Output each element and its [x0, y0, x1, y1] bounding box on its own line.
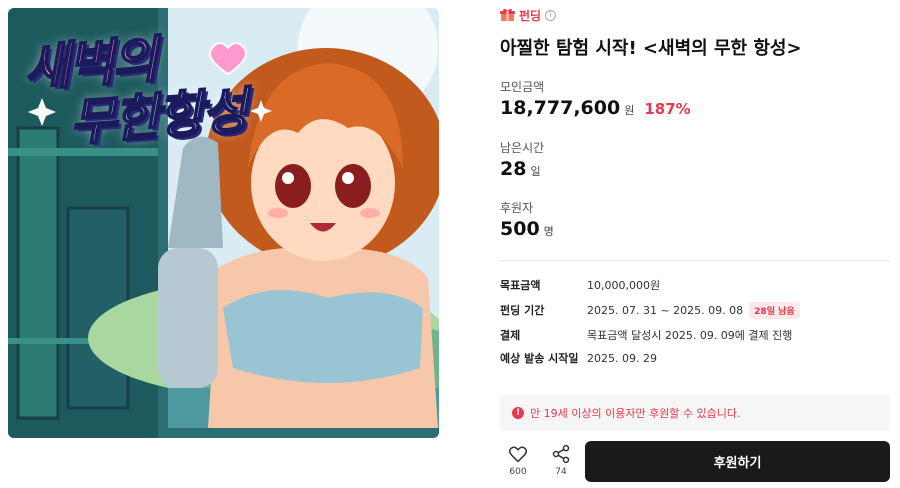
- amount-value: 18,777,600 원 187%: [500, 97, 691, 119]
- share-icon: [552, 444, 570, 464]
- share-count: 74: [555, 467, 567, 477]
- amount-unit: 원: [624, 104, 635, 117]
- age-restriction-text: 만 19세 이상의 이용자만 후원할 수 있습니다.: [530, 407, 741, 420]
- payment-value: 목표금액 달성시 2025. 09. 09에 결제 진행: [587, 329, 793, 342]
- time-number: 28: [500, 158, 527, 180]
- amount-number: 18,777,600: [500, 97, 621, 119]
- funding-badge-label: 펀딩: [519, 8, 542, 23]
- info-icon[interactable]: i: [545, 9, 557, 21]
- backers-number: 500: [500, 218, 540, 240]
- goal-value: 10,000,000원: [587, 279, 661, 292]
- heart-icon: [508, 446, 528, 463]
- cover-title-line2: 무한항성: [67, 81, 249, 153]
- backers-value: 500 명: [500, 218, 554, 240]
- amount-label: 모인금액: [500, 80, 545, 94]
- detail-row-period: 펀딩 기간 2025. 07. 31 ~ 2025. 09. 08 28일 남음: [500, 300, 890, 320]
- time-label: 남은시간: [500, 141, 545, 155]
- cover-title-art: 새벽의 무한항성: [21, 30, 274, 153]
- achievement-percent: 187%: [644, 100, 691, 118]
- days-left-badge: 28일 남음: [749, 301, 800, 319]
- warning-icon: !: [512, 407, 524, 419]
- like-count: 600: [509, 467, 527, 477]
- project-info-panel: 펀딩 i 아찔한 탐험 시작! <새벽의 무한 항성> 모인금액 18,777,…: [500, 0, 890, 488]
- detail-row-goal: 목표금액 10,000,000원: [500, 275, 890, 295]
- like-button[interactable]: 600: [500, 444, 536, 480]
- section-divider: [500, 260, 890, 261]
- shipping-value: 2025. 09. 29: [587, 351, 657, 365]
- detail-row-payment: 결제 목표금액 달성시 2025. 09. 09에 결제 진행: [500, 325, 890, 345]
- backers-label: 후원자: [500, 201, 534, 215]
- age-restriction-notice: ! 만 19세 이상의 이용자만 후원할 수 있습니다.: [500, 395, 890, 431]
- time-value: 28 일: [500, 158, 541, 180]
- backers-unit: 명: [543, 225, 554, 238]
- project-cover-image: 새벽의 무한항성: [8, 8, 439, 438]
- payment-label: 결제: [500, 329, 521, 342]
- period-value: 2025. 07. 31 ~ 2025. 09. 08: [587, 303, 744, 317]
- goal-label: 목표금액: [500, 279, 541, 292]
- period-label: 펀딩 기간: [500, 304, 545, 317]
- period-value-wrap: 2025. 07. 31 ~ 2025. 09. 08 28일 남음: [587, 301, 800, 319]
- time-unit: 일: [530, 165, 541, 178]
- gift-icon: [500, 8, 515, 21]
- funding-badge: 펀딩 i: [500, 6, 557, 24]
- share-button[interactable]: 74: [543, 444, 579, 480]
- support-button[interactable]: 후원하기: [585, 441, 890, 482]
- project-title: 아찔한 탐험 시작! <새벽의 무한 항성>: [500, 38, 802, 59]
- shipping-label: 예상 발송 시작일: [500, 352, 579, 365]
- detail-row-shipping: 예상 발송 시작일 2025. 09. 29: [500, 348, 890, 368]
